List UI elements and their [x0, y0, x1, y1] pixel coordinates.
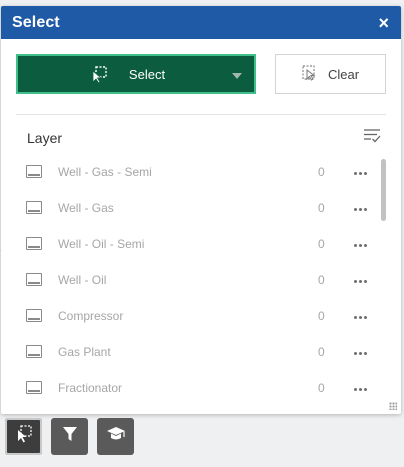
more-options-icon[interactable] — [354, 165, 369, 183]
panel-header: Select × — [1, 6, 401, 39]
layer-count: 0 — [318, 165, 325, 179]
select-tool-icon — [14, 424, 34, 449]
clear-button[interactable]: Clear — [275, 54, 386, 94]
checkbox-icon[interactable] — [26, 165, 42, 178]
layer-name: Gas Plant — [58, 345, 111, 359]
checkbox-icon[interactable] — [26, 201, 42, 214]
layer-count: 0 — [318, 273, 325, 287]
layer-count: 0 — [318, 201, 325, 215]
checkbox-icon[interactable] — [26, 237, 42, 250]
education-widget-button[interactable] — [97, 418, 134, 455]
divider — [16, 114, 386, 115]
clear-button-label: Clear — [327, 66, 360, 82]
filter-list-icon[interactable] — [363, 128, 381, 149]
select-cursor-icon — [90, 66, 108, 87]
layer-list-header: Layer — [27, 124, 381, 152]
select-panel: Select × Select Clear Layer Well - Gas -… — [1, 6, 401, 414]
close-button[interactable]: × — [378, 14, 389, 32]
resize-grip-icon[interactable] — [389, 402, 397, 410]
select-button-label: Select — [128, 66, 166, 82]
layer-count: 0 — [318, 237, 325, 251]
layer-count: 0 — [318, 309, 325, 323]
panel-title: Select — [12, 13, 60, 31]
layer-row[interactable]: Compressor 0 — [16, 298, 376, 334]
more-options-icon[interactable] — [354, 201, 369, 219]
layer-list: Well - Gas - Semi 0 Well - Gas 0 Well - … — [16, 154, 376, 406]
layer-count: 0 — [318, 381, 325, 395]
more-options-icon[interactable] — [354, 309, 369, 327]
more-options-icon[interactable] — [354, 273, 369, 291]
layer-header-label: Layer — [27, 130, 63, 146]
selection-toolbar: Select Clear — [16, 54, 386, 94]
scrollbar-thumb[interactable] — [381, 159, 386, 221]
layer-name: Well - Gas - Semi — [58, 165, 152, 179]
layer-name: Well - Oil — [58, 273, 107, 287]
widget-dock — [5, 418, 134, 455]
layer-row[interactable]: Well - Gas - Semi 0 — [16, 154, 376, 190]
more-options-icon[interactable] — [354, 237, 369, 255]
select-widget-button[interactable] — [5, 418, 42, 455]
clear-selection-icon — [302, 64, 318, 84]
more-options-icon[interactable] — [354, 345, 369, 363]
layer-name: Compressor — [58, 309, 124, 323]
graduation-cap-icon — [106, 425, 126, 448]
checkbox-icon[interactable] — [26, 309, 42, 322]
filter-icon — [61, 425, 79, 448]
layer-row[interactable]: Fractionator 0 — [16, 370, 376, 406]
checkbox-icon[interactable] — [26, 381, 42, 394]
layer-name: Fractionator — [58, 381, 123, 395]
layer-row[interactable]: Well - Oil - Semi 0 — [16, 226, 376, 262]
layer-name: Well - Oil - Semi — [58, 237, 145, 251]
layer-row[interactable]: Well - Gas 0 — [16, 190, 376, 226]
filter-widget-button[interactable] — [51, 418, 88, 455]
layer-name: Well - Gas — [58, 201, 114, 215]
select-button[interactable]: Select — [16, 54, 256, 94]
layer-row[interactable]: Well - Oil 0 — [16, 262, 376, 298]
layer-row[interactable]: Gas Plant 0 — [16, 334, 376, 370]
more-options-icon[interactable] — [354, 381, 369, 399]
chevron-down-icon[interactable] — [232, 73, 242, 79]
checkbox-icon[interactable] — [26, 345, 42, 358]
layer-count: 0 — [318, 345, 325, 359]
checkbox-icon[interactable] — [26, 273, 42, 286]
